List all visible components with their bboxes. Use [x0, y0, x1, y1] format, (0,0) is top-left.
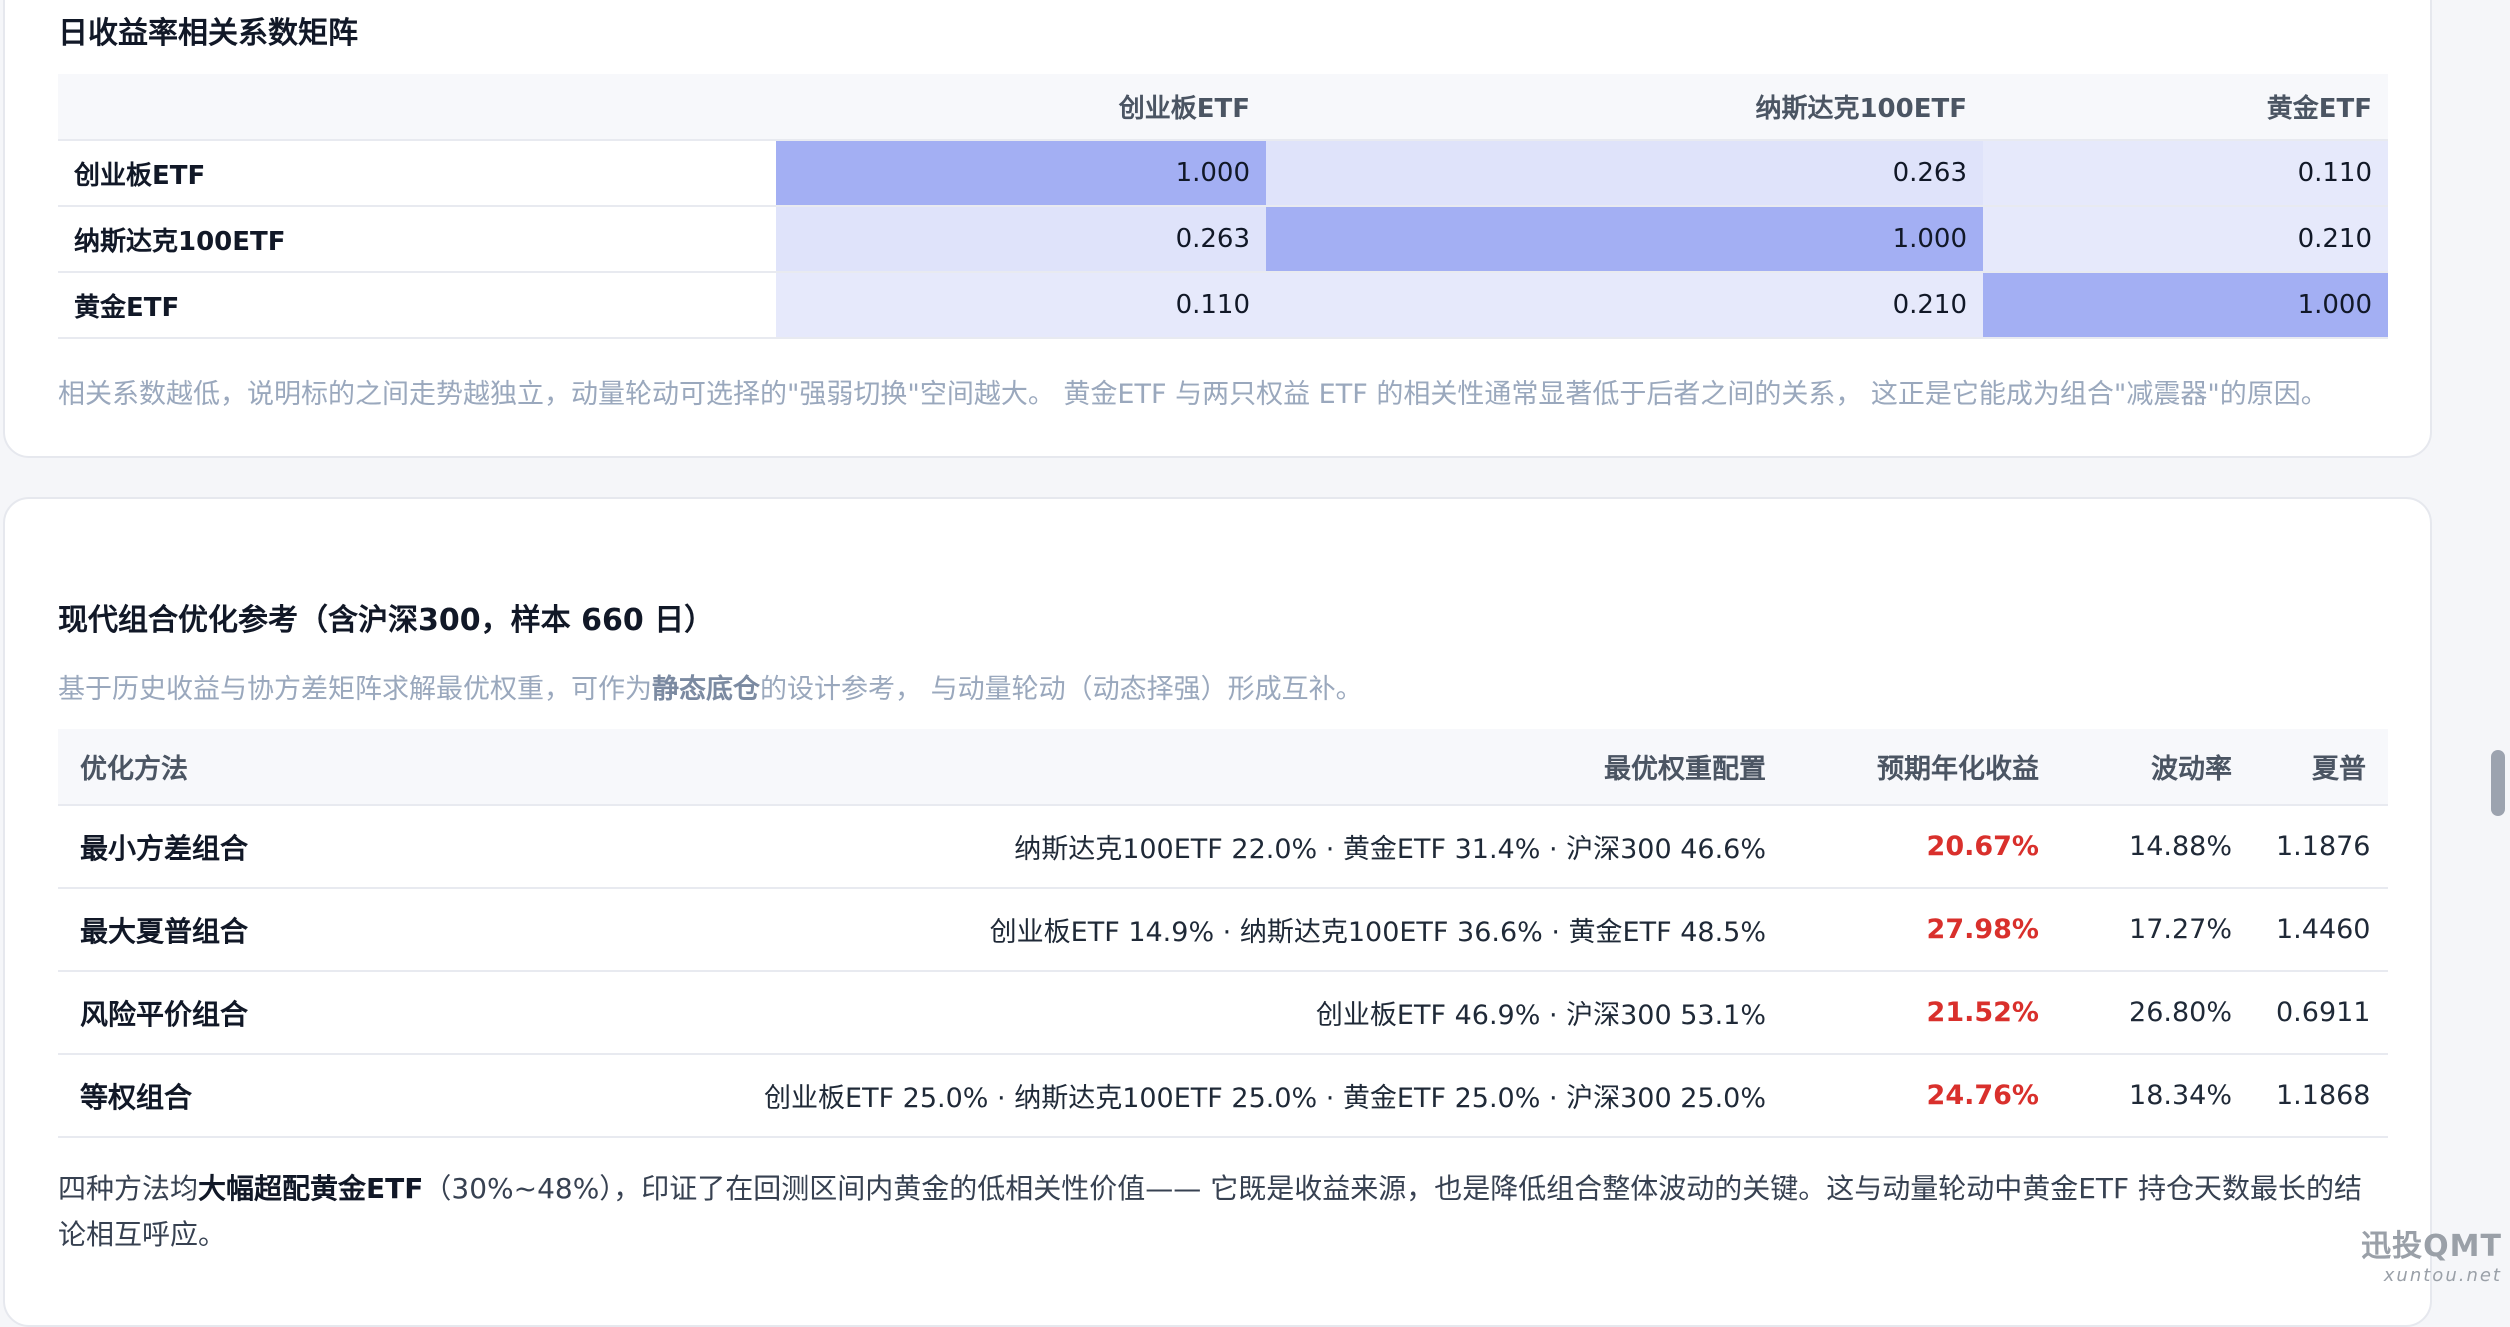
optimization-subtitle: 基于历史收益与协方差矩阵求解最优权重，可作为静态底仓的设计参考， 与动量轮动（动…: [58, 667, 1363, 706]
corr-cell: 0.263: [776, 205, 1266, 272]
corr-cell: 1.000: [776, 139, 1266, 206]
correlation-row: 创业板ETF 1.000 0.263 0.110: [58, 139, 2388, 206]
corr-cell: 0.210: [1266, 271, 1983, 339]
corner-cell: [58, 74, 776, 140]
corr-cell: 1.000: [1983, 271, 2388, 339]
col-header-volatility: 波动率: [2061, 729, 2254, 806]
weights-cell: 创业板ETF 25.0% · 纳斯达克100ETF 25.0% · 黄金ETF …: [558, 1054, 1788, 1138]
watermark-brand: 迅投QMT: [2361, 1229, 2502, 1264]
col-header-return: 预期年化收益: [1788, 729, 2061, 806]
table-row: 最大夏普组合 创业板ETF 14.9% · 纳斯达克100ETF 36.6% ·…: [58, 888, 2388, 972]
row-header: 黄金ETF: [58, 271, 776, 339]
corr-cell: 0.110: [1983, 139, 2388, 206]
return-cell: 27.98%: [1788, 888, 2061, 972]
correlation-note: 相关系数越低，说明标的之间走势越独立，动量轮动可选择的"强弱切换"空间越大。 黄…: [58, 379, 2328, 410]
optimization-header-row: 优化方法 最优权重配置 预期年化收益 波动率 夏普: [58, 729, 2388, 806]
correlation-header-row: 创业板ETF 纳斯达克100ETF 黄金ETF: [58, 74, 2388, 140]
table-row: 风险平价组合 创业板ETF 46.9% · 沪深300 53.1% 21.52%…: [58, 971, 2388, 1055]
scrollbar[interactable]: [2486, 0, 2510, 1294]
volatility-cell: 18.34%: [2061, 1054, 2254, 1138]
row-header: 纳斯达克100ETF: [58, 205, 776, 272]
watermark-site: xuntou.net: [2383, 1265, 2502, 1286]
optimization-table: 优化方法 最优权重配置 预期年化收益 波动率 夏普 最小方差组合 纳斯达克100…: [58, 729, 2388, 1138]
subtitle-text: 的设计参考， 与动量轮动（动态择强）形成互补。: [760, 674, 1363, 705]
optimization-title: 现代组合优化参考（含沪深300，样本 660 日）: [58, 603, 715, 638]
optimization-conclusion: 四种方法均大幅超配黄金ETF（30%~48%），印证了在回测区间内黄金的低相关性…: [58, 1166, 2388, 1258]
col-header-sharpe: 夏普: [2254, 729, 2388, 806]
correlation-title: 日收益率相关系数矩阵: [58, 16, 358, 51]
sharpe-cell: 1.4460: [2254, 888, 2388, 972]
col-header: 创业板ETF: [776, 74, 1266, 140]
method-cell: 等权组合: [58, 1054, 558, 1138]
correlation-matrix: 创业板ETF 纳斯达克100ETF 黄金ETF 创业板ETF 1.000 0.2…: [58, 74, 2388, 339]
sharpe-cell: 1.1876: [2254, 805, 2388, 889]
col-header-method: 优化方法: [58, 729, 558, 806]
return-cell: 24.76%: [1788, 1054, 2061, 1138]
weights-cell: 纳斯达克100ETF 22.0% · 黄金ETF 31.4% · 沪深300 4…: [558, 805, 1788, 889]
table-row: 最小方差组合 纳斯达克100ETF 22.0% · 黄金ETF 31.4% · …: [58, 805, 2388, 889]
method-cell: 最小方差组合: [58, 805, 558, 889]
subtitle-text: 基于历史收益与协方差矩阵求解最优权重，可作为: [58, 674, 652, 705]
corr-cell: 1.000: [1266, 205, 1983, 272]
conclusion-emphasis: 大幅超配黄金ETF: [198, 1172, 424, 1205]
volatility-cell: 14.88%: [2061, 805, 2254, 889]
col-header: 纳斯达克100ETF: [1266, 74, 1983, 140]
weights-cell: 创业板ETF 46.9% · 沪深300 53.1%: [558, 971, 1788, 1055]
scrollbar-thumb[interactable]: [2491, 750, 2505, 816]
col-header-weights: 最优权重配置: [558, 729, 1788, 806]
return-cell: 20.67%: [1788, 805, 2061, 889]
row-header: 创业板ETF: [58, 139, 776, 206]
corr-cell: 0.210: [1983, 205, 2388, 272]
watermark: 迅投QMT xuntou.net: [2361, 1221, 2502, 1286]
corr-cell: 0.263: [1266, 139, 1983, 206]
optimization-card: 现代组合优化参考（含沪深300，样本 660 日） 基于历史收益与协方差矩阵求解…: [3, 497, 2432, 1327]
conclusion-text: 四种方法均: [58, 1172, 199, 1205]
weights-cell: 创业板ETF 14.9% · 纳斯达克100ETF 36.6% · 黄金ETF …: [558, 888, 1788, 972]
method-cell: 最大夏普组合: [58, 888, 558, 972]
sharpe-cell: 0.6911: [2254, 971, 2388, 1055]
subtitle-emphasis: 静态底仓: [652, 674, 760, 705]
sharpe-cell: 1.1868: [2254, 1054, 2388, 1138]
volatility-cell: 17.27%: [2061, 888, 2254, 972]
correlation-row: 黄金ETF 0.110 0.210 1.000: [58, 271, 2388, 339]
correlation-card: 日收益率相关系数矩阵 创业板ETF 纳斯达克100ETF 黄金ETF 创业板ET…: [3, 0, 2432, 458]
volatility-cell: 26.80%: [2061, 971, 2254, 1055]
correlation-row: 纳斯达克100ETF 0.263 1.000 0.210: [58, 205, 2388, 272]
table-row: 等权组合 创业板ETF 25.0% · 纳斯达克100ETF 25.0% · 黄…: [58, 1054, 2388, 1138]
col-header: 黄金ETF: [1983, 74, 2388, 140]
corr-cell: 0.110: [776, 271, 1266, 339]
return-cell: 21.52%: [1788, 971, 2061, 1055]
method-cell: 风险平价组合: [58, 971, 558, 1055]
